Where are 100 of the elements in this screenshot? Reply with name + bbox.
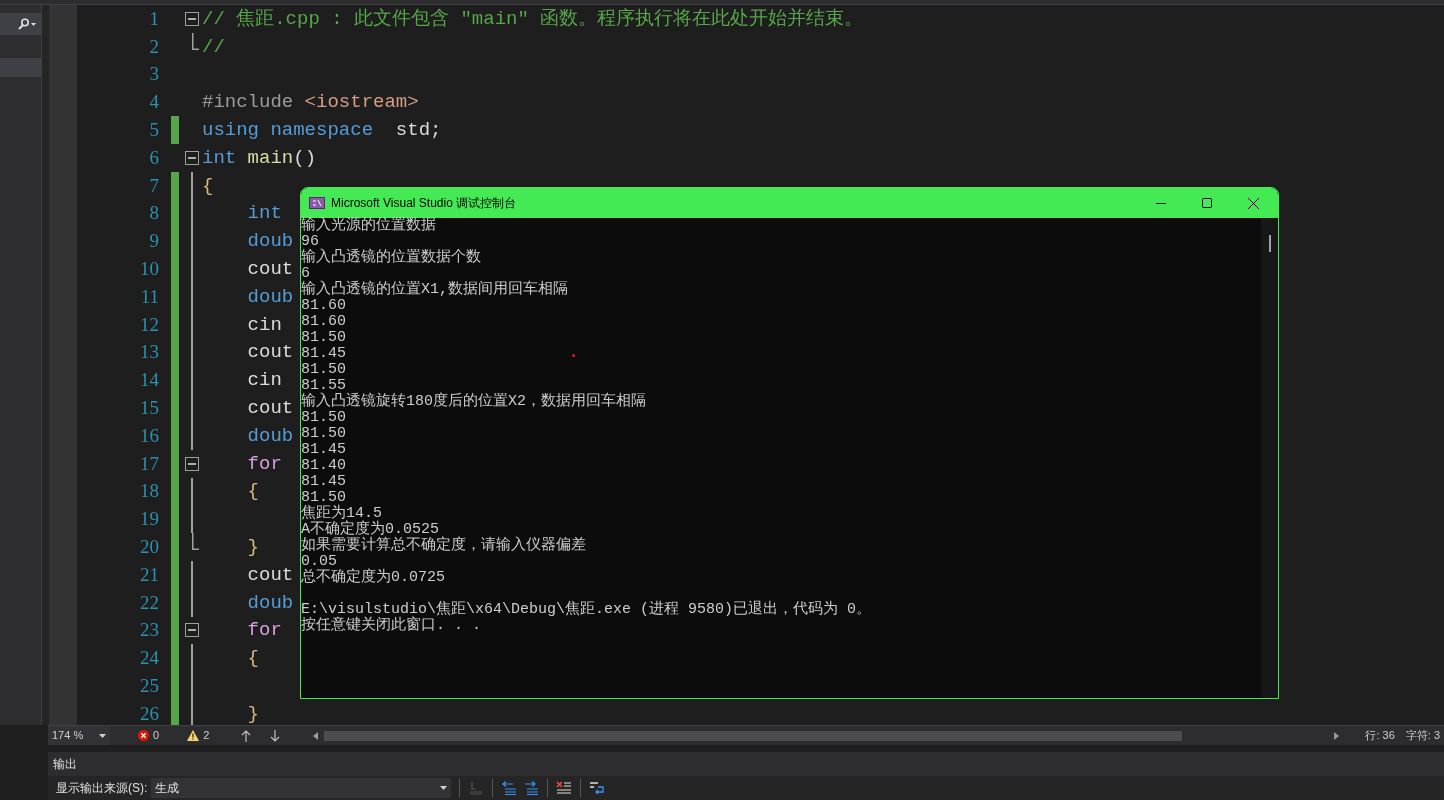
line-number: 16: [139, 424, 159, 447]
scroll-left-icon[interactable]: [313, 731, 319, 740]
scroll-right-icon[interactable]: [1334, 731, 1340, 740]
code-line: for: [246, 452, 282, 475]
console-app-icon: [309, 197, 325, 209]
line-number: 1: [148, 7, 159, 30]
previous-message-icon[interactable]: [501, 781, 518, 795]
code-line: doub: [246, 591, 294, 614]
column-indicator: 字符: 3: [1405, 728, 1441, 744]
line-number: 24: [139, 647, 159, 670]
line-number: 8: [148, 202, 159, 225]
console-line: 输入凸透镜旋转180度后的位置X2，数据用回车相隔: [301, 394, 646, 410]
code-line: #include <iostream>: [202, 91, 419, 114]
line-number: 5: [148, 119, 159, 142]
console-line: 0.05: [301, 554, 337, 570]
console-line: 按任意键关闭此窗口. . .: [301, 618, 481, 634]
line-number: 3: [148, 63, 159, 86]
console-line: 如果需要计算总不确定度，请输入仪器偏差: [301, 538, 586, 554]
collapse-icon[interactable]: [185, 11, 199, 26]
console-line: 输入光源的位置数据: [301, 218, 436, 234]
line-number: 12: [139, 313, 159, 336]
clear-all-icon[interactable]: [556, 781, 573, 795]
console-line: 81.40: [301, 458, 346, 474]
code-line: {: [246, 647, 259, 670]
code-line: cout: [246, 341, 294, 364]
caret-icon: [440, 786, 448, 790]
console-line: 96: [301, 234, 319, 250]
caret-icon: [99, 733, 106, 738]
code-line: doub: [246, 285, 294, 308]
line-number: 4: [148, 91, 159, 114]
console-line: 总不确定度为0.0725: [301, 570, 445, 586]
line-number: 21: [139, 563, 159, 586]
code-line: // 焦距.cpp : 此文件包含 "main" 函数。程序执行将在此处开始并结束。: [202, 7, 864, 30]
line-number: 13: [139, 341, 159, 364]
code-line: int: [246, 202, 282, 225]
word-wrap-icon[interactable]: [589, 781, 606, 795]
line-indicator: 行: 36: [1365, 728, 1395, 744]
zoom-dropdown[interactable]: 174 %: [48, 725, 110, 746]
console-line: 81.50: [301, 426, 346, 442]
line-number: 2: [148, 35, 159, 58]
line-number: 20: [139, 536, 159, 559]
line-number: 14: [139, 369, 159, 392]
console-line: 81.50: [301, 330, 346, 346]
line-number: 10: [139, 258, 159, 281]
console-line: 81.50: [301, 410, 346, 426]
code-line: {: [202, 174, 214, 197]
code-line: doub: [246, 424, 294, 447]
code-line: }: [246, 702, 259, 725]
code-line: //: [202, 35, 225, 58]
console-line: 81.45: [301, 346, 346, 362]
line-number: 6: [148, 146, 159, 169]
collapse-icon[interactable]: [185, 623, 199, 638]
code-line: cin: [246, 313, 282, 336]
source-label: 显示输出来源(S):: [56, 780, 148, 797]
line-number: 17: [139, 452, 159, 475]
collapse-icon[interactable]: [185, 150, 199, 165]
console-line: 输入凸透镜的位置X1,数据间用回车相隔: [301, 282, 568, 298]
horizontal-scrollbar[interactable]: [324, 730, 1183, 741]
code-line: cout: [246, 563, 294, 586]
code-line: }: [246, 536, 259, 559]
line-number: 15: [139, 397, 159, 420]
warning-icon: [187, 730, 200, 741]
console-line: 81.60: [301, 314, 346, 330]
code-line: {: [246, 480, 259, 503]
errors-button[interactable]: 0: [136, 725, 162, 746]
console-line: 81.60: [301, 298, 346, 314]
line-number: 19: [139, 508, 159, 531]
vertical-scrollbar[interactable]: [1261, 218, 1278, 698]
window-title: Microsoft Visual Studio 调试控制台: [331, 195, 517, 212]
collapse-icon[interactable]: [185, 456, 199, 471]
warnings-button[interactable]: 2: [185, 725, 212, 746]
line-number: 23: [139, 619, 159, 642]
line-number: 25: [139, 675, 159, 697]
scroll-thumb[interactable]: [1268, 235, 1271, 252]
code-line: int main(): [202, 146, 317, 169]
code-line: cin: [246, 369, 282, 392]
line-number: 26: [139, 702, 159, 725]
console-line: 81.50: [301, 362, 346, 378]
line-number: 22: [139, 591, 159, 614]
code-line: doub: [246, 230, 294, 253]
console-line: 输入凸透镜的位置数据个数: [301, 250, 481, 266]
console-line: A不确定度为0.0525: [301, 522, 439, 538]
console-line: 81.50: [301, 490, 346, 506]
maximize-icon: [1202, 198, 1212, 208]
minimize-icon: [1156, 202, 1166, 204]
code-line: cout: [246, 258, 294, 281]
panel-title: 输出: [53, 756, 77, 773]
line-number: 7: [148, 174, 159, 197]
up-arrow-icon[interactable]: [241, 729, 252, 742]
code-line: using namespace std;: [202, 119, 442, 142]
next-message-icon[interactable]: [523, 781, 540, 795]
code-line: for: [246, 619, 282, 642]
down-arrow-icon[interactable]: [270, 729, 281, 742]
console-line: 81.45: [301, 442, 346, 458]
line-number: 9: [148, 230, 159, 253]
line-number: 18: [139, 480, 159, 503]
close-icon: [1247, 197, 1259, 209]
console-line: 81.45: [301, 474, 346, 490]
line-number: 11: [139, 285, 159, 308]
source-dropdown[interactable]: 生成: [151, 778, 452, 798]
